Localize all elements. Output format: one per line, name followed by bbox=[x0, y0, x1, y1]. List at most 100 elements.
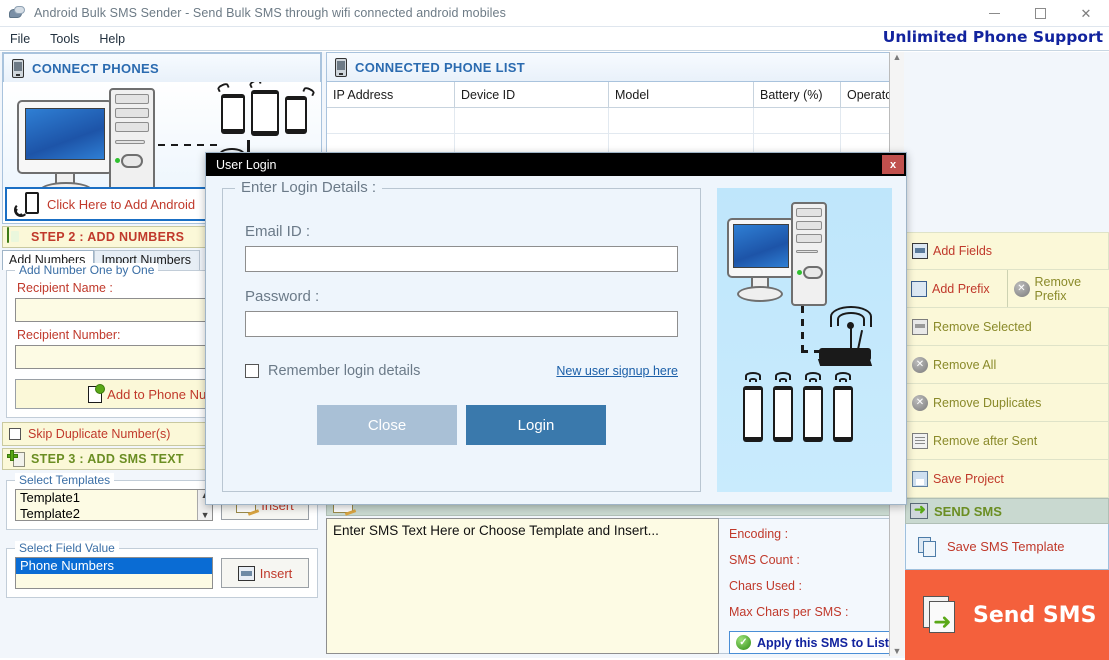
email-label: Email ID : bbox=[245, 223, 678, 240]
send-sms-document-icon: ➜ bbox=[923, 596, 961, 634]
send-sms-header-label: SEND SMS bbox=[934, 504, 1002, 519]
user-login-dialog: User Login x Enter Login Details : Email… bbox=[205, 152, 907, 505]
field-values-listbox[interactable]: Phone Numbers bbox=[15, 557, 213, 589]
add-prefix-button[interactable]: Add Prefix bbox=[905, 270, 1008, 307]
unlimited-phone-support-label: Unlimited Phone Support bbox=[883, 28, 1103, 46]
template-option-2[interactable]: Template2 bbox=[16, 506, 212, 521]
stat-chars-used: Chars Used : bbox=[729, 579, 903, 593]
step2-label: STEP 2 : ADD NUMBERS bbox=[31, 230, 184, 244]
add-fields-button[interactable]: Add Fields bbox=[905, 232, 1109, 270]
add-android-label: Click Here to Add Android bbox=[47, 197, 195, 212]
sms-text-input[interactable]: Enter SMS Text Here or Choose Template a… bbox=[326, 518, 719, 654]
select-templates-legend: Select Templates bbox=[15, 473, 114, 487]
dialog-body: Enter Login Details : Email ID : Passwor… bbox=[206, 176, 906, 506]
stat-max-chars: Max Chars per SMS : bbox=[729, 605, 903, 619]
apply-sms-to-list-button[interactable]: ✓ Apply this SMS to List bbox=[729, 631, 904, 654]
remove-selected-button[interactable]: Remove Selected bbox=[905, 308, 1109, 346]
sms-composer: Enter SMS Text Here or Choose Template a… bbox=[326, 518, 904, 654]
save-sms-template-label: Save SMS Template bbox=[947, 539, 1065, 554]
remove-selected-label: Remove Selected bbox=[933, 320, 1032, 334]
menu-item-help[interactable]: Help bbox=[89, 30, 135, 48]
remember-login-checkbox[interactable] bbox=[245, 364, 259, 378]
remember-login-label: Remember login details bbox=[268, 363, 420, 379]
remove-all-icon: ✕ bbox=[912, 357, 928, 373]
right-toolbar: Add Fields Add Prefix ✕ Remove Prefix Re… bbox=[905, 52, 1109, 656]
stat-sms-count: SMS Count : bbox=[729, 553, 903, 567]
remove-prefix-button[interactable]: ✕ Remove Prefix bbox=[1008, 270, 1109, 307]
connect-phones-title: CONNECT PHONES bbox=[32, 61, 159, 76]
insert-field-button[interactable]: Insert bbox=[221, 558, 309, 588]
email-input[interactable] bbox=[245, 246, 678, 272]
save-project-button[interactable]: Save Project bbox=[905, 460, 1109, 498]
password-input[interactable] bbox=[245, 311, 678, 337]
remove-after-sent-button[interactable]: Remove after Sent bbox=[905, 422, 1109, 460]
check-circle-icon: ✓ bbox=[736, 635, 751, 650]
connect-phones-header: CONNECT PHONES bbox=[3, 53, 321, 83]
prefix-button-row: Add Prefix ✕ Remove Prefix bbox=[905, 270, 1109, 308]
remove-duplicates-button[interactable]: ✕ Remove Duplicates bbox=[905, 384, 1109, 422]
templates-listbox[interactable]: Template1 Template2 ▲▼ bbox=[15, 489, 213, 521]
add-prefix-icon bbox=[911, 281, 927, 297]
sms-stats-panel: Encoding : SMS Count : Chars Used : Max … bbox=[719, 518, 904, 654]
field-insert-icon bbox=[238, 566, 255, 581]
dialog-close-action-button[interactable]: Close bbox=[317, 405, 457, 445]
remove-prefix-icon: ✕ bbox=[1014, 281, 1030, 297]
window-title: Android Bulk SMS Sender - Send Bulk SMS … bbox=[34, 6, 506, 20]
dialog-buttons: Close Login bbox=[245, 405, 678, 445]
remove-after-sent-label: Remove after Sent bbox=[933, 434, 1037, 448]
close-window-button[interactable]: ✕ bbox=[1063, 0, 1109, 27]
remove-after-sent-icon bbox=[912, 433, 928, 449]
login-details-group: Enter Login Details : Email ID : Passwor… bbox=[222, 188, 701, 492]
connected-phone-list-title: CONNECTED PHONE LIST bbox=[355, 60, 525, 75]
login-button[interactable]: Login bbox=[466, 405, 606, 445]
save-project-icon bbox=[912, 471, 928, 487]
table-row[interactable] bbox=[327, 108, 903, 134]
step3-label: STEP 3 : ADD SMS TEXT bbox=[31, 452, 184, 466]
skip-duplicate-checkbox[interactable] bbox=[9, 428, 21, 440]
remove-selected-icon bbox=[912, 319, 928, 335]
step3-add-document-icon bbox=[7, 450, 25, 468]
template-option-1[interactable]: Template1 bbox=[16, 490, 212, 506]
select-field-value-group: Select Field Value Phone Numbers Insert bbox=[6, 548, 318, 598]
remember-row: Remember login details New user signup h… bbox=[245, 363, 678, 379]
add-number-legend: Add Number One by One bbox=[15, 263, 158, 277]
new-user-signup-link[interactable]: New user signup here bbox=[556, 364, 678, 378]
mobile-phone-icon bbox=[12, 59, 24, 78]
send-sms-button[interactable]: ➜ Send SMS bbox=[905, 570, 1109, 660]
add-fields-label: Add Fields bbox=[933, 244, 992, 258]
remove-all-button[interactable]: ✕ Remove All bbox=[905, 346, 1109, 384]
column-model[interactable]: Model bbox=[609, 82, 754, 107]
add-prefix-label: Add Prefix bbox=[932, 282, 990, 296]
column-device-id[interactable]: Device ID bbox=[455, 82, 609, 107]
phone-wifi-icon bbox=[15, 191, 41, 217]
save-sms-template-button[interactable]: Save SMS Template bbox=[905, 524, 1109, 570]
save-template-icon bbox=[918, 537, 937, 557]
dialog-close-button[interactable]: x bbox=[882, 155, 904, 174]
login-details-legend: Enter Login Details : bbox=[235, 179, 382, 196]
menu-item-tools[interactable]: Tools bbox=[40, 30, 89, 48]
send-arrow-icon bbox=[910, 503, 928, 519]
stat-encoding: Encoding : bbox=[729, 527, 903, 541]
column-ip-address[interactable]: IP Address bbox=[327, 82, 455, 107]
remove-duplicates-icon: ✕ bbox=[912, 395, 928, 411]
add-fields-icon bbox=[912, 243, 928, 259]
password-label: Password : bbox=[245, 288, 678, 305]
send-sms-button-label: Send SMS bbox=[973, 603, 1096, 628]
send-sms-section-header: SEND SMS bbox=[905, 498, 1109, 524]
column-battery[interactable]: Battery (%) bbox=[754, 82, 841, 107]
menu-bar: File Tools Help Unlimited Phone Support bbox=[0, 27, 1109, 51]
app-logo-icon bbox=[8, 5, 26, 21]
maximize-button[interactable] bbox=[1017, 0, 1063, 27]
field-option-phone-numbers[interactable]: Phone Numbers bbox=[16, 558, 212, 574]
add-document-icon bbox=[88, 386, 102, 403]
minimize-button[interactable] bbox=[971, 0, 1017, 27]
save-project-label: Save Project bbox=[933, 472, 1004, 486]
phone-list-icon bbox=[335, 58, 347, 77]
remove-all-label: Remove All bbox=[933, 358, 996, 372]
dialog-title: User Login bbox=[216, 158, 276, 172]
login-illustration bbox=[717, 188, 892, 492]
dialog-title-bar: User Login x bbox=[206, 153, 906, 176]
insert-field-label: Insert bbox=[260, 566, 293, 581]
remove-duplicates-label: Remove Duplicates bbox=[933, 396, 1041, 410]
menu-item-file[interactable]: File bbox=[0, 30, 40, 48]
